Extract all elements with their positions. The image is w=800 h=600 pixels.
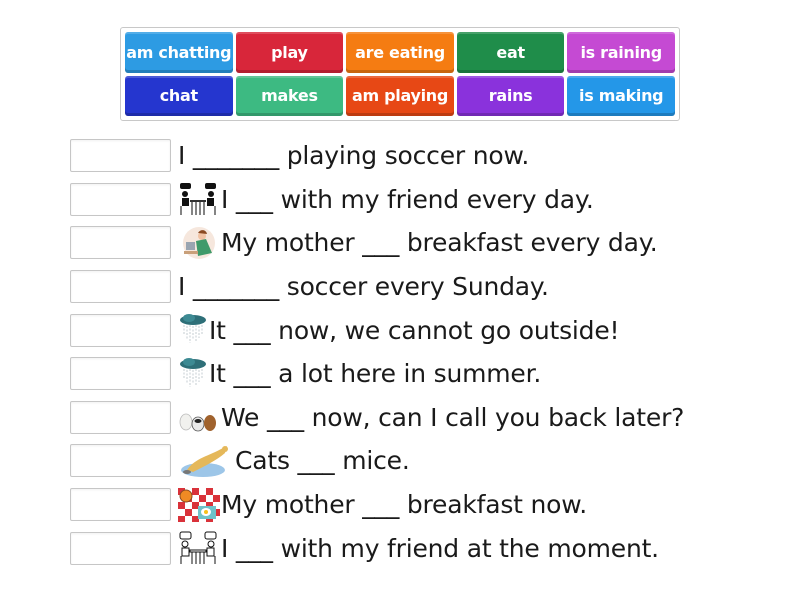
cat-catching-mouse-icon	[181, 445, 228, 477]
question-text: My mother ___ breakfast now.	[221, 490, 587, 520]
word-tile-makes[interactable]: makes	[235, 75, 344, 116]
word-tile-are-eating[interactable]: are eating	[346, 32, 454, 73]
question-text: I ___ with my friend every day.	[221, 184, 594, 214]
rain-cloud-icon	[180, 314, 206, 344]
question-list: I _______ playing soccer now. I ___ with…	[70, 134, 790, 570]
word-tile-eat[interactable]: eat	[456, 32, 565, 73]
question-text: We ___ now, can I call you back later?	[221, 402, 685, 432]
question-row: I _______ playing soccer now.	[70, 134, 790, 178]
mother-cooking-icon	[183, 226, 215, 259]
question-text: I ___ with my friend at the moment.	[221, 533, 659, 563]
people-chatting-icon	[180, 183, 216, 216]
word-tile-rains[interactable]: rains	[456, 75, 565, 116]
word-tile-chat[interactable]: chat	[125, 75, 233, 116]
answer-drop-zone[interactable]	[70, 182, 171, 216]
question-row: It ___ now, we cannot go outside!	[70, 308, 790, 352]
question-row: I ___ with my friend every day.	[70, 178, 790, 222]
word-tile-am-playing[interactable]: am playing	[346, 75, 454, 116]
answer-drop-zone[interactable]	[70, 357, 171, 391]
answer-drop-zone[interactable]	[70, 226, 171, 260]
question-text: Cats ___ mice.	[235, 446, 410, 476]
answer-drop-zone[interactable]	[70, 488, 171, 522]
answer-drop-zone[interactable]	[70, 400, 171, 434]
word-tile-play[interactable]: play	[235, 32, 344, 73]
people-chatting-outline-icon	[179, 531, 217, 565]
question-row: Cats ___ mice.	[70, 439, 790, 483]
question-text: I _______ soccer every Sunday.	[178, 272, 549, 302]
word-tile-is-making[interactable]: is making	[567, 75, 675, 116]
question-row: My mother ___ breakfast every day.	[70, 221, 790, 265]
question-row: My mother ___ breakfast now.	[70, 483, 790, 527]
question-row: It ___ a lot here in summer.	[70, 352, 790, 396]
rain-cloud-icon	[180, 357, 206, 387]
answer-drop-zone[interactable]	[70, 270, 171, 304]
three-bears-icon	[179, 413, 216, 432]
answer-drop-zone[interactable]	[70, 139, 171, 173]
breakfast-table-icon	[178, 487, 220, 522]
question-text: It ___ now, we cannot go outside!	[209, 315, 620, 345]
question-row: We ___ now, can I call you back later?	[70, 396, 790, 440]
word-tile-am-chatting[interactable]: am chatting	[125, 32, 233, 73]
answer-drop-zone[interactable]	[70, 531, 171, 565]
word-bank: am chatting play are eating eat is raini…	[120, 27, 680, 121]
question-text: I _______ playing soccer now.	[178, 141, 530, 171]
word-tile-is-raining[interactable]: is raining	[567, 32, 675, 73]
question-row: I ___ with my friend at the moment.	[70, 526, 790, 570]
question-row: I _______ soccer every Sunday.	[70, 265, 790, 309]
answer-drop-zone[interactable]	[70, 444, 171, 478]
answer-drop-zone[interactable]	[70, 313, 171, 347]
question-text: It ___ a lot here in summer.	[209, 359, 542, 389]
question-text: My mother ___ breakfast every day.	[221, 228, 658, 258]
